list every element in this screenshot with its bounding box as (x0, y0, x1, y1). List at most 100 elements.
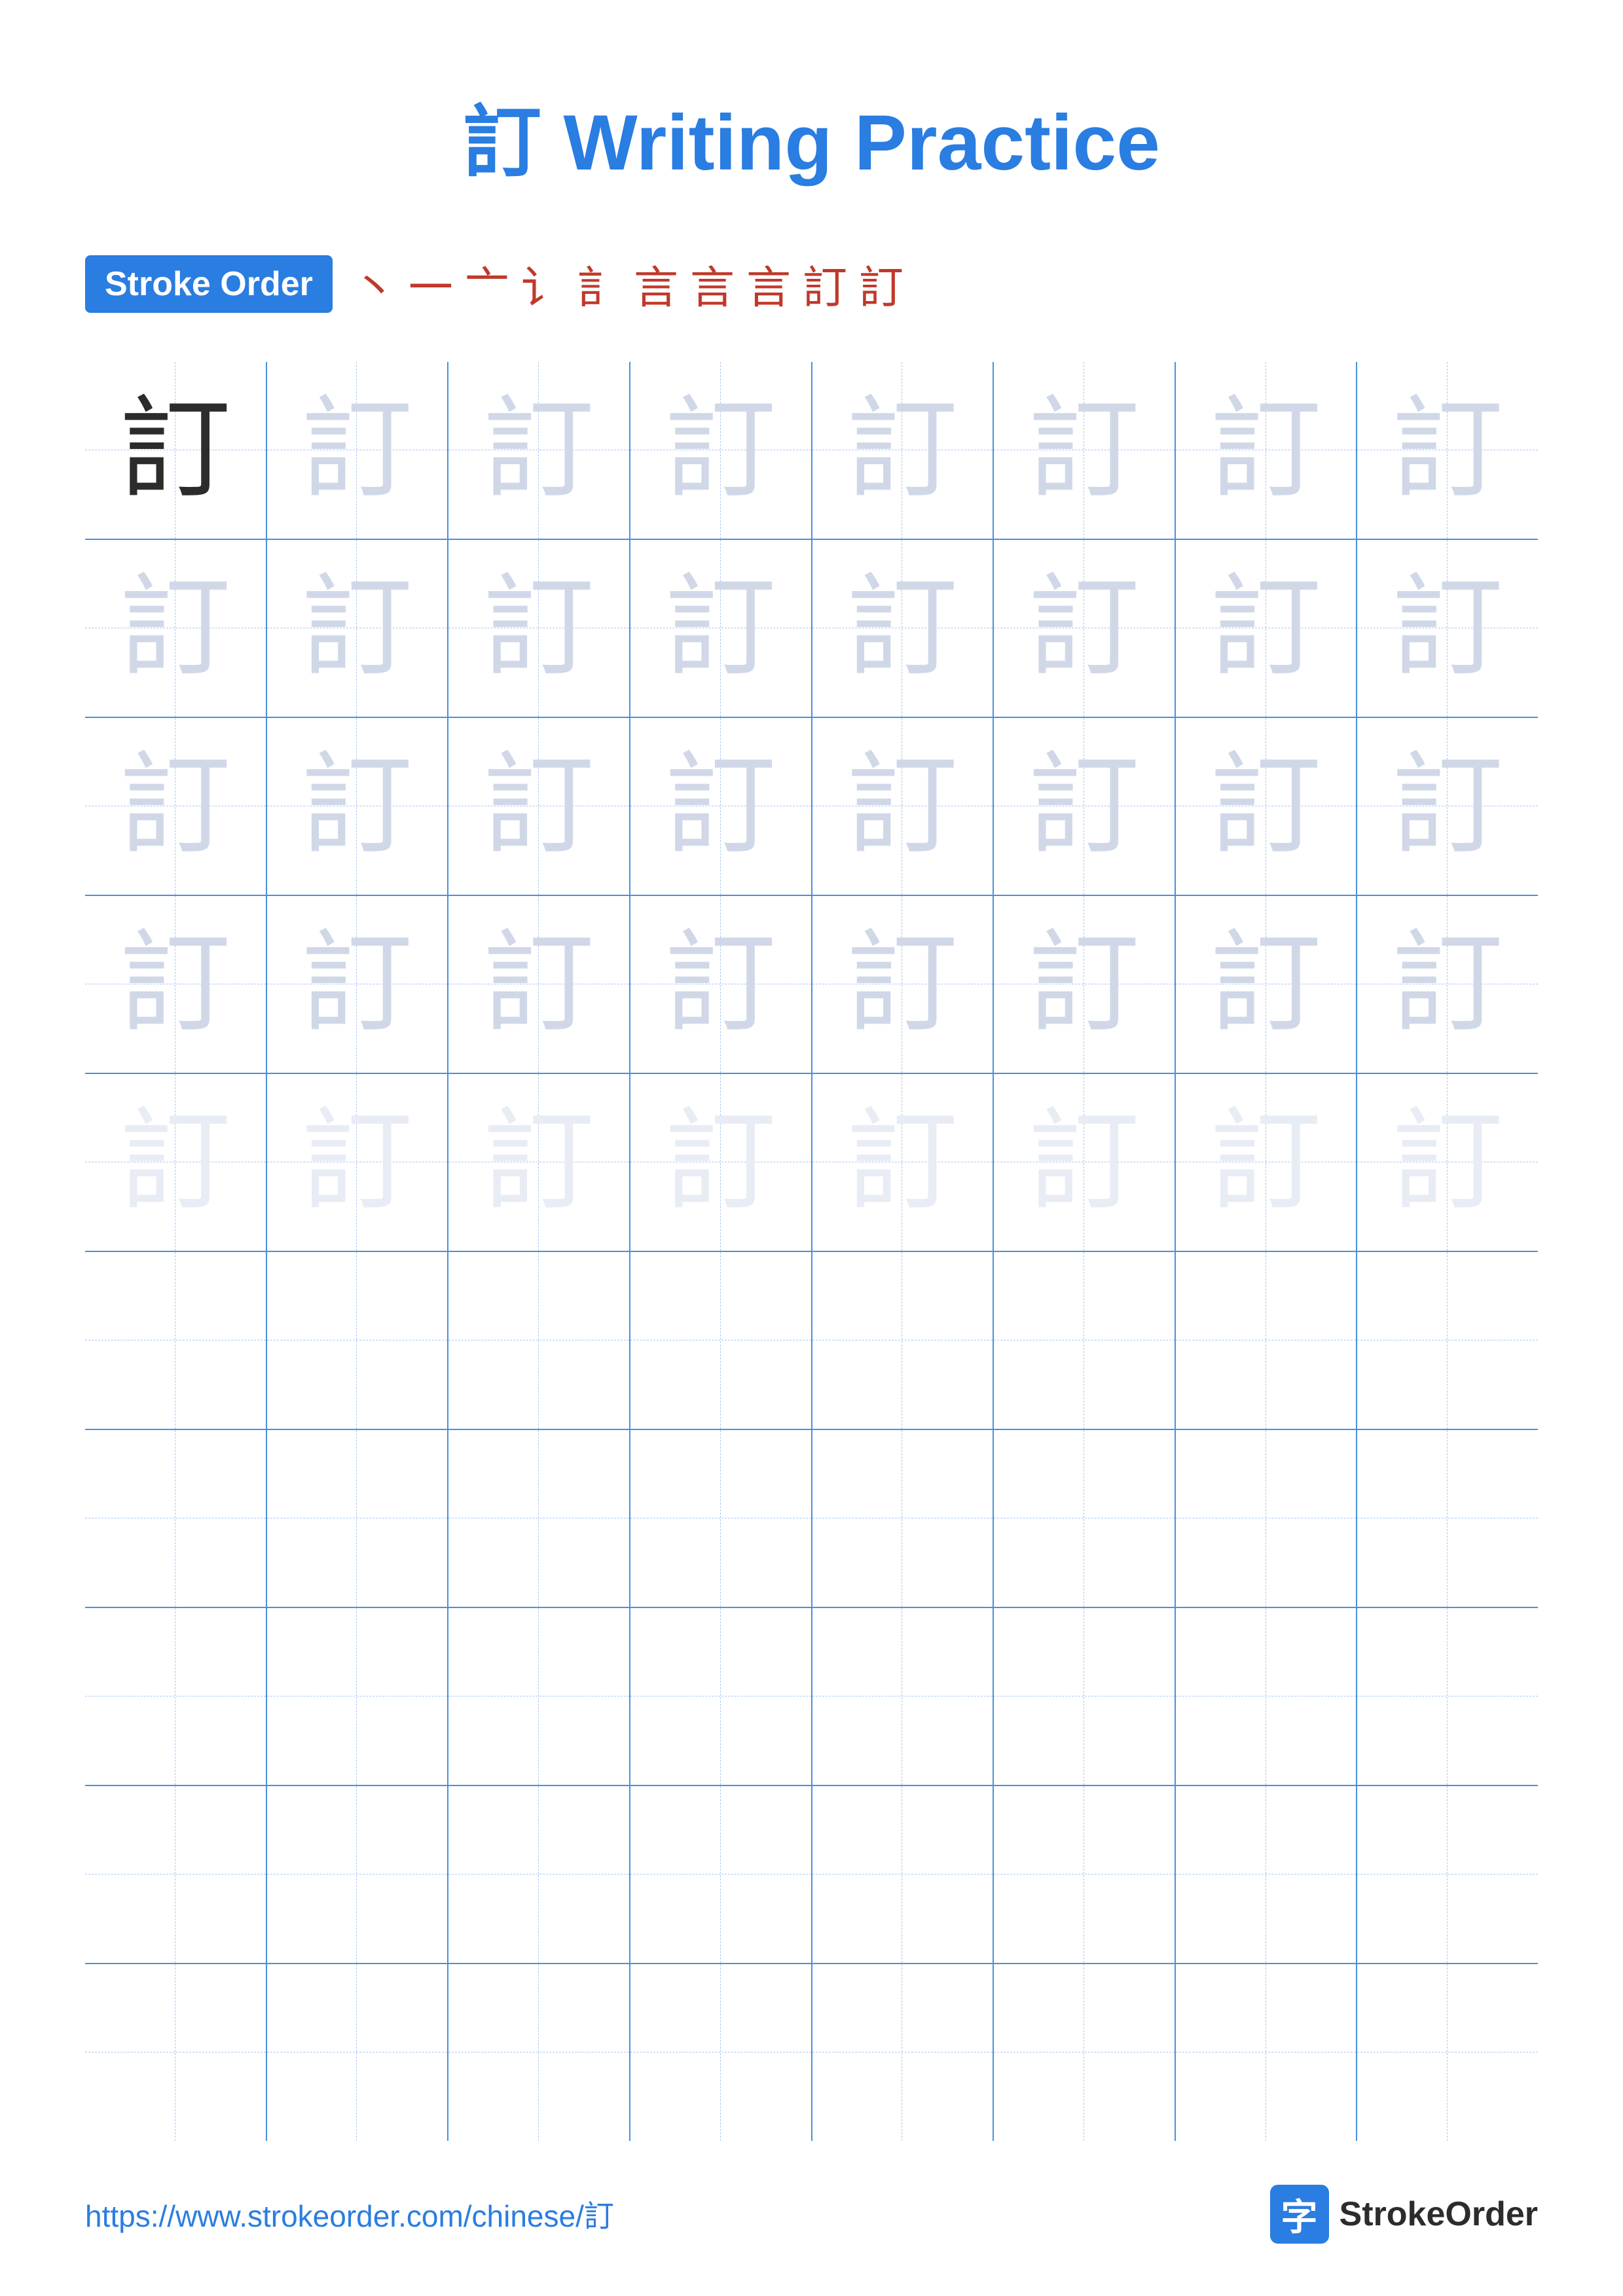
cell-char-light: 訂 (1211, 395, 1322, 506)
grid-cell[interactable]: 訂 (812, 1074, 994, 1251)
grid-cell[interactable]: 訂 (1176, 896, 1358, 1073)
grid-cell[interactable] (812, 1608, 994, 1785)
grid-cell[interactable] (267, 1608, 449, 1785)
grid-cell[interactable]: 訂 (812, 540, 994, 717)
cell-char-light: 訂 (483, 573, 594, 684)
grid-cell[interactable] (1176, 1252, 1358, 1429)
grid-cell[interactable]: 訂 (630, 1074, 812, 1251)
grid-cell[interactable] (630, 1430, 812, 1607)
grid-cell[interactable]: 訂 (1176, 1074, 1358, 1251)
grid-row-5: 訂 訂 訂 訂 訂 訂 訂 訂 (85, 1074, 1538, 1252)
grid-cell[interactable] (812, 1252, 994, 1429)
grid-cell[interactable]: 訂 (630, 362, 812, 539)
grid-cell[interactable] (630, 1964, 812, 2141)
grid-cell[interactable]: 訂 (812, 362, 994, 539)
grid-cell[interactable] (448, 1252, 630, 1429)
grid-cell[interactable]: 訂 (994, 718, 1176, 895)
footer-logo-text: StrokeOrder (1340, 2195, 1538, 2234)
grid-cell[interactable] (630, 1786, 812, 1963)
grid-cell[interactable] (994, 1252, 1176, 1429)
grid-cell[interactable]: 訂 (994, 1074, 1176, 1251)
grid-cell[interactable]: 訂 (630, 718, 812, 895)
grid-cell[interactable] (1357, 1608, 1538, 1785)
grid-cell[interactable] (994, 1964, 1176, 2141)
cell-char-light: 訂 (1029, 1107, 1140, 1218)
grid-cell[interactable] (630, 1252, 812, 1429)
cell-char-light: 訂 (1211, 573, 1322, 684)
grid-cell[interactable] (85, 1608, 267, 1785)
cell-char-light: 訂 (665, 573, 776, 684)
grid-cell[interactable] (812, 1964, 994, 2141)
cell-char-light: 訂 (665, 1107, 776, 1218)
grid-cell[interactable]: 訂 (448, 896, 630, 1073)
grid-cell[interactable]: 訂 (1176, 362, 1358, 539)
grid-cell[interactable] (1176, 1430, 1358, 1607)
grid-cell[interactable] (267, 1252, 449, 1429)
grid-cell[interactable] (267, 1430, 449, 1607)
grid-cell[interactable]: 訂 (1357, 1074, 1538, 1251)
grid-cell[interactable]: 訂 (630, 540, 812, 717)
grid-cell[interactable] (812, 1786, 994, 1963)
grid-cell[interactable]: 訂 (85, 362, 267, 539)
grid-cell[interactable]: 訂 (994, 362, 1176, 539)
cell-char-light: 訂 (1029, 573, 1140, 684)
grid-cell[interactable] (994, 1786, 1176, 1963)
grid-cell[interactable]: 訂 (994, 896, 1176, 1073)
grid-cell[interactable] (267, 1786, 449, 1963)
grid-cell[interactable] (85, 1252, 267, 1429)
grid-cell[interactable] (630, 1608, 812, 1785)
grid-cell[interactable] (448, 1964, 630, 2141)
grid-cell[interactable]: 訂 (85, 896, 267, 1073)
stroke-seq-char-9: 訂 (803, 251, 847, 316)
grid-cell[interactable]: 訂 (267, 896, 449, 1073)
footer: https://www.strokeorder.com/chinese/訂 字 … (0, 2185, 1623, 2244)
grid-cell[interactable]: 訂 (1176, 718, 1358, 895)
grid-cell[interactable] (812, 1430, 994, 1607)
grid-cell[interactable]: 訂 (1357, 718, 1538, 895)
stroke-seq-char-10: 訂 (859, 251, 903, 316)
grid-row-1: 訂 訂 訂 訂 訂 訂 訂 訂 (85, 362, 1538, 540)
grid-row-10 (85, 1964, 1538, 2141)
grid-cell[interactable]: 訂 (1357, 540, 1538, 717)
grid-cell[interactable]: 訂 (812, 896, 994, 1073)
grid-cell[interactable]: 訂 (267, 540, 449, 717)
grid-cell[interactable] (994, 1608, 1176, 1785)
cell-char-light: 訂 (665, 395, 776, 506)
grid-cell[interactable]: 訂 (85, 540, 267, 717)
grid-cell[interactable] (1357, 1252, 1538, 1429)
grid-cell[interactable] (448, 1786, 630, 1963)
grid-cell[interactable]: 訂 (267, 1074, 449, 1251)
cell-char-light: 訂 (1392, 929, 1503, 1040)
grid-cell[interactable]: 訂 (448, 540, 630, 717)
cell-char-light: 訂 (847, 395, 958, 506)
grid-cell[interactable]: 訂 (1176, 540, 1358, 717)
grid-cell[interactable] (267, 1964, 449, 2141)
grid-cell[interactable]: 訂 (448, 362, 630, 539)
grid-cell[interactable]: 訂 (85, 718, 267, 895)
grid-cell[interactable] (85, 1964, 267, 2141)
grid-cell[interactable] (448, 1430, 630, 1607)
grid-cell[interactable] (1176, 1608, 1358, 1785)
cell-char-light: 訂 (1211, 751, 1322, 862)
grid-cell[interactable] (448, 1608, 630, 1785)
grid-cell[interactable] (1357, 1430, 1538, 1607)
grid-cell[interactable]: 訂 (267, 362, 449, 539)
grid-cell[interactable]: 訂 (630, 896, 812, 1073)
grid-cell[interactable] (1357, 1964, 1538, 2141)
grid-cell[interactable] (994, 1430, 1176, 1607)
grid-cell[interactable]: 訂 (994, 540, 1176, 717)
grid-cell[interactable]: 訂 (85, 1074, 267, 1251)
grid-cell[interactable]: 訂 (812, 718, 994, 895)
footer-url[interactable]: https://www.strokeorder.com/chinese/訂 (85, 2193, 614, 2236)
grid-row-6 (85, 1252, 1538, 1430)
grid-cell[interactable]: 訂 (448, 1074, 630, 1251)
grid-cell[interactable] (85, 1786, 267, 1963)
grid-cell[interactable] (1176, 1786, 1358, 1963)
grid-cell[interactable] (1357, 1786, 1538, 1963)
grid-cell[interactable] (1176, 1964, 1358, 2141)
grid-cell[interactable]: 訂 (267, 718, 449, 895)
grid-cell[interactable]: 訂 (448, 718, 630, 895)
grid-cell[interactable] (85, 1430, 267, 1607)
grid-cell[interactable]: 訂 (1357, 896, 1538, 1073)
grid-cell[interactable]: 訂 (1357, 362, 1538, 539)
